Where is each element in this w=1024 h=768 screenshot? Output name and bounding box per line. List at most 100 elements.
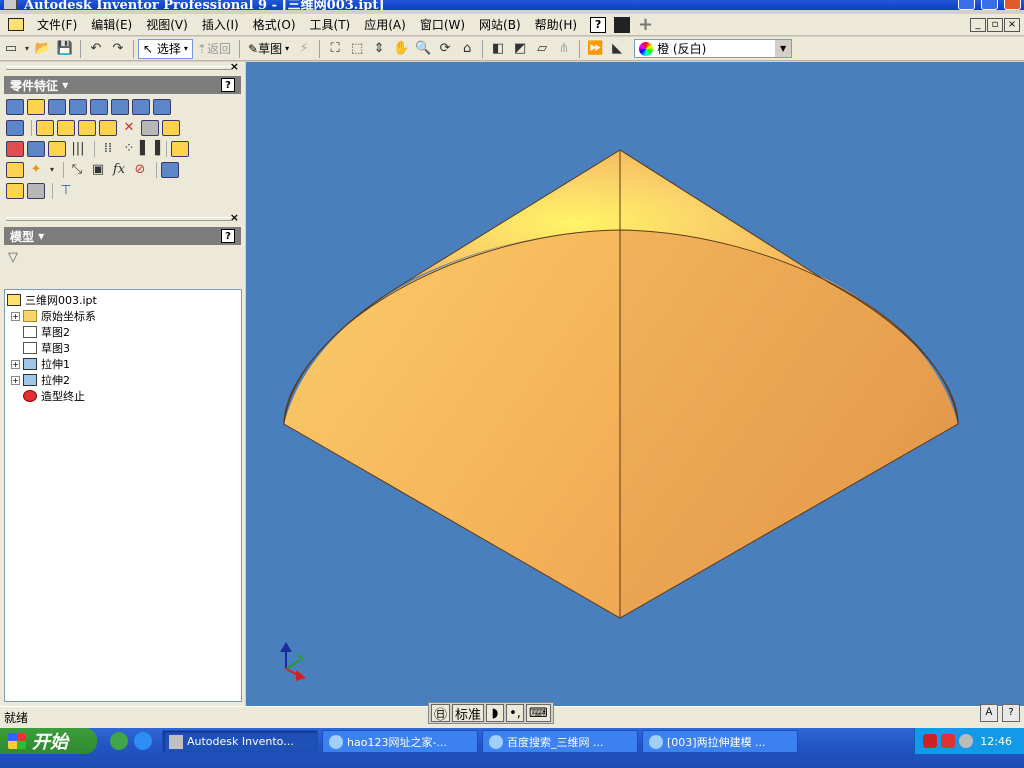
- hole-icon[interactable]: [48, 98, 66, 115]
- soft-keyboard-icon[interactable]: ⌨: [526, 704, 551, 722]
- maximize-button[interactable]: [981, 0, 998, 10]
- graphics-viewport[interactable]: [246, 62, 1024, 706]
- no-icon[interactable]: ⊘: [131, 162, 149, 178]
- coil-icon[interactable]: [153, 98, 171, 115]
- calculator-icon[interactable]: [614, 16, 631, 33]
- expand-icon[interactable]: +: [11, 375, 20, 385]
- menu-tools[interactable]: 工具(T): [303, 16, 358, 33]
- rib-icon[interactable]: [90, 98, 108, 115]
- plus-icon[interactable]: +: [638, 15, 653, 33]
- quicklaunch-refresh-icon[interactable]: [110, 732, 128, 750]
- zoom-icon[interactable]: ⇕: [368, 39, 390, 59]
- redo-icon[interactable]: ↷: [107, 39, 129, 59]
- display-mode-icon[interactable]: ◧: [487, 39, 509, 59]
- loft-icon[interactable]: [111, 98, 129, 115]
- work-axis-icon[interactable]: ⤡: [68, 162, 86, 178]
- doc-restore-button[interactable]: ▫: [987, 18, 1003, 32]
- camera-icon[interactable]: ◩: [509, 39, 531, 59]
- update-icon[interactable]: ⚡: [293, 39, 315, 59]
- save-icon[interactable]: 💾: [54, 39, 76, 59]
- bend-part-icon[interactable]: [141, 119, 159, 136]
- expand-icon[interactable]: +: [11, 311, 20, 321]
- revolve-icon[interactable]: [27, 98, 45, 115]
- taskbar-item-baidu[interactable]: 百度搜索_三维网 ...: [482, 730, 638, 753]
- menu-insert[interactable]: 插入(I): [195, 16, 246, 33]
- rotate-icon[interactable]: ⟳: [434, 39, 456, 59]
- knit-icon[interactable]: |||: [69, 141, 87, 157]
- tree-item[interactable]: 造型终止: [5, 388, 241, 404]
- menu-format[interactable]: 格式(O): [246, 16, 303, 33]
- doc-minimize-button[interactable]: _: [970, 18, 986, 32]
- fillet-icon[interactable]: [36, 119, 54, 136]
- zoom-window-icon[interactable]: ⬚: [346, 39, 368, 59]
- menu-web[interactable]: 网站(B): [472, 16, 528, 33]
- chamfer-icon[interactable]: [57, 119, 75, 136]
- hierarchy-icon[interactable]: ⋔: [553, 39, 575, 59]
- new-icon[interactable]: ▭: [0, 39, 22, 59]
- language-icon[interactable]: Ａ: [980, 704, 998, 722]
- model-panel-header[interactable]: 模型 ▾ ?: [4, 227, 241, 245]
- ground-plane-icon[interactable]: ▱: [531, 39, 553, 59]
- sweep-icon[interactable]: [132, 98, 150, 115]
- thread-icon[interactable]: [6, 119, 24, 136]
- tree-item[interactable]: 草图3: [5, 340, 241, 356]
- derived-component-icon[interactable]: [171, 140, 189, 157]
- menu-applications[interactable]: 应用(A): [357, 16, 413, 33]
- close-icon[interactable]: ×: [230, 211, 239, 224]
- look-at-icon[interactable]: ⌂: [456, 39, 478, 59]
- ime-logo-icon[interactable]: ㊐: [431, 704, 451, 723]
- mirror-icon[interactable]: ▌▐: [140, 141, 160, 157]
- promote-icon[interactable]: ▣: [89, 162, 107, 178]
- zoom-all-icon[interactable]: ⛶: [324, 39, 346, 59]
- work-plane-icon[interactable]: [6, 161, 24, 178]
- pan-icon[interactable]: ✋: [390, 39, 412, 59]
- rectangular-pattern-icon[interactable]: ⁞⁞: [99, 141, 117, 157]
- start-button[interactable]: 开始: [0, 728, 97, 754]
- work-point-icon[interactable]: ✦: [27, 162, 45, 178]
- menu-view[interactable]: 视图(V): [139, 16, 195, 33]
- chevron-down-icon[interactable]: ▼: [775, 40, 792, 57]
- help-icon[interactable]: ?: [1002, 704, 1020, 722]
- clock[interactable]: 12:46: [980, 735, 1012, 748]
- face-draft-icon[interactable]: [78, 119, 96, 136]
- doc-close-button[interactable]: ×: [1004, 18, 1020, 32]
- parameters-icon[interactable]: fx: [110, 162, 128, 178]
- open-icon[interactable]: 📂: [32, 39, 54, 59]
- copy-object-icon[interactable]: [162, 119, 180, 136]
- chevron-down-icon[interactable]: ▾: [48, 162, 56, 178]
- minimize-button[interactable]: [958, 0, 975, 10]
- split-icon[interactable]: [99, 119, 117, 136]
- filter-icon[interactable]: ▽: [0, 247, 245, 267]
- features-panel-header[interactable]: 零件特征 ▾ ?: [4, 76, 241, 94]
- select-button[interactable]: ↖ 选择 ▾: [138, 38, 193, 59]
- help-icon[interactable]: ?: [590, 16, 607, 33]
- panel-grip[interactable]: ×: [0, 60, 245, 74]
- decal-icon[interactable]: [27, 140, 45, 157]
- undo-icon[interactable]: ↶: [85, 39, 107, 59]
- tree-item[interactable]: + 原始坐标系: [5, 308, 241, 324]
- create-ifeature-icon[interactable]: [27, 182, 45, 199]
- tree-item[interactable]: 草图2: [5, 324, 241, 340]
- new-dropdown-icon[interactable]: ▾: [22, 39, 32, 59]
- quicklaunch-ie-icon[interactable]: [134, 732, 152, 750]
- return-button[interactable]: ⇡ 返回: [193, 39, 235, 59]
- expand-icon[interactable]: +: [11, 359, 20, 369]
- menu-file[interactable]: 文件(F): [30, 16, 84, 33]
- circular-pattern-icon[interactable]: ⁘: [120, 141, 138, 157]
- extrude-icon[interactable]: [6, 98, 24, 115]
- security-shield-icon[interactable]: [923, 734, 937, 748]
- delete-face-icon[interactable]: ✕: [120, 120, 138, 136]
- taskbar-item-inventor[interactable]: Autodesk Invento...: [162, 730, 318, 753]
- tree-item[interactable]: 三维网003.ipt: [5, 292, 241, 308]
- tree-item[interactable]: + 拉伸1: [5, 356, 241, 372]
- taskbar-item-hao123[interactable]: hao123网址之家-...: [322, 730, 478, 753]
- model-panel-grip[interactable]: ×: [0, 211, 245, 225]
- menu-edit[interactable]: 编辑(E): [84, 16, 139, 33]
- shell-icon[interactable]: [69, 98, 87, 115]
- ime-mode-button[interactable]: 标准: [452, 704, 485, 723]
- help-icon[interactable]: ?: [221, 229, 235, 243]
- close-button[interactable]: [1004, 0, 1021, 10]
- insert-ifeature-icon[interactable]: [6, 182, 24, 199]
- ifeature-icon[interactable]: [161, 161, 179, 178]
- help-icon[interactable]: ?: [221, 78, 235, 92]
